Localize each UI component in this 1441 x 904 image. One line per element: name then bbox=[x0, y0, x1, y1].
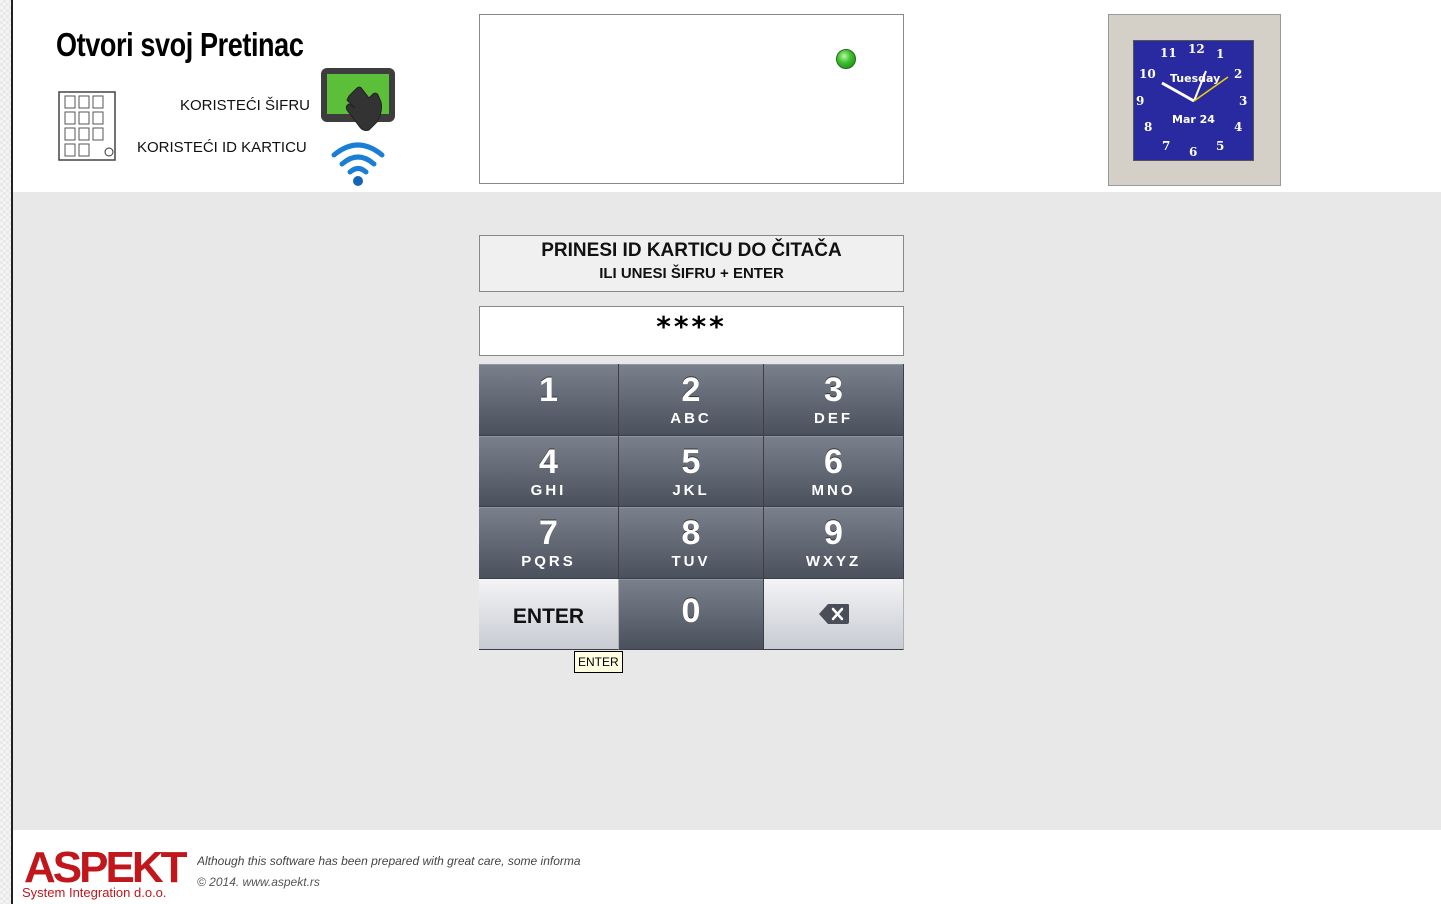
key-digit: 9 bbox=[824, 514, 843, 552]
instruction-subtitle: ILI UNESI ŠIFRU + ENTER bbox=[599, 265, 784, 282]
clock-widget: 12 1 2 3 4 5 6 7 8 9 10 11 Tuesday Mar 2… bbox=[1108, 14, 1281, 186]
key-0[interactable]: 0 bbox=[619, 578, 764, 650]
clock-hands-icon bbox=[1161, 70, 1229, 103]
logo-text: ASPEKT bbox=[24, 843, 188, 886]
key-digit: 5 bbox=[681, 442, 701, 481]
key-digit: 7 bbox=[539, 514, 558, 552]
clock-face: 12 1 2 3 4 5 6 7 8 9 10 11 Tuesday Mar 2… bbox=[1133, 40, 1254, 161]
option-card-label: KORISTEĆI ID KARTICU bbox=[137, 139, 307, 156]
key-2[interactable]: 2 ABC bbox=[619, 364, 764, 436]
disclaimer-text: Although this software has been prepared… bbox=[197, 854, 581, 868]
instruction-panel: PRINESI ID KARTICU DO ČITAČA ILI UNESI Š… bbox=[479, 235, 904, 292]
key-5[interactable]: 5 JKL bbox=[619, 435, 764, 507]
key-digit: 1 bbox=[539, 371, 558, 409]
key-letters: DEF bbox=[814, 410, 853, 427]
enter-button[interactable]: ENTER bbox=[479, 578, 619, 650]
pin-input[interactable]: **** bbox=[479, 306, 904, 356]
key-9[interactable]: 9 WXYZ bbox=[764, 507, 904, 579]
footer: ASPEKT System Integration d.o.o. Althoug… bbox=[13, 830, 1441, 904]
key-letters: MNO bbox=[811, 481, 856, 499]
touch-screen-icon bbox=[321, 68, 395, 131]
key-digit: 2 bbox=[681, 371, 701, 409]
key-digit: 8 bbox=[681, 514, 701, 552]
key-3[interactable]: 3 DEF bbox=[764, 364, 904, 436]
instruction-title: PRINESI ID KARTICU DO ČITAČA bbox=[541, 240, 842, 261]
kiosk-window: Otvori svoj Pretinac KORISTEĆI ŠIFRU KOR… bbox=[11, 0, 1441, 904]
key-letters: ABC bbox=[670, 410, 712, 427]
key-letters: JKL bbox=[672, 481, 710, 499]
key-6[interactable]: 6 MNO bbox=[764, 435, 904, 507]
key-letters: PQRS bbox=[521, 553, 576, 570]
status-led-icon bbox=[836, 49, 856, 69]
numeric-keypad: 1 2 ABC 3 DEF 4 GHI 5 JKL 6 MNO 7 PQRS 8… bbox=[479, 364, 904, 650]
key-letters: GHI bbox=[530, 481, 567, 499]
key-letters: WXYZ bbox=[805, 553, 862, 570]
aspekt-logo: ASPEKT bbox=[24, 843, 188, 886]
enter-label: ENTER bbox=[512, 604, 585, 628]
header: Otvori svoj Pretinac KORISTEĆI ŠIFRU KOR… bbox=[13, 0, 1441, 192]
backspace-button[interactable] bbox=[764, 578, 904, 650]
locker-icon bbox=[58, 91, 116, 161]
copyright-text: © 2014. www.aspekt.rs bbox=[197, 875, 320, 889]
key-digit: 0 bbox=[681, 591, 701, 630]
backspace-icon bbox=[818, 603, 849, 624]
option-code-label: KORISTEĆI ŠIFRU bbox=[180, 97, 311, 114]
key-letters: TUV bbox=[671, 553, 711, 570]
wifi-card-icon bbox=[331, 142, 385, 186]
key-digit: 6 bbox=[824, 442, 843, 481]
logo-subtitle: System Integration d.o.o. bbox=[22, 885, 167, 900]
key-digit: 3 bbox=[824, 371, 843, 409]
key-8[interactable]: 8 TUV bbox=[619, 507, 764, 579]
key-7[interactable]: 7 PQRS bbox=[479, 507, 619, 579]
enter-tooltip: ENTER bbox=[574, 651, 623, 673]
key-1[interactable]: 1 bbox=[479, 364, 619, 436]
page-title: Otvori svoj Pretinac bbox=[56, 26, 304, 63]
status-panel bbox=[479, 14, 904, 184]
key-digit: 4 bbox=[539, 442, 558, 481]
key-4[interactable]: 4 GHI bbox=[479, 435, 619, 507]
